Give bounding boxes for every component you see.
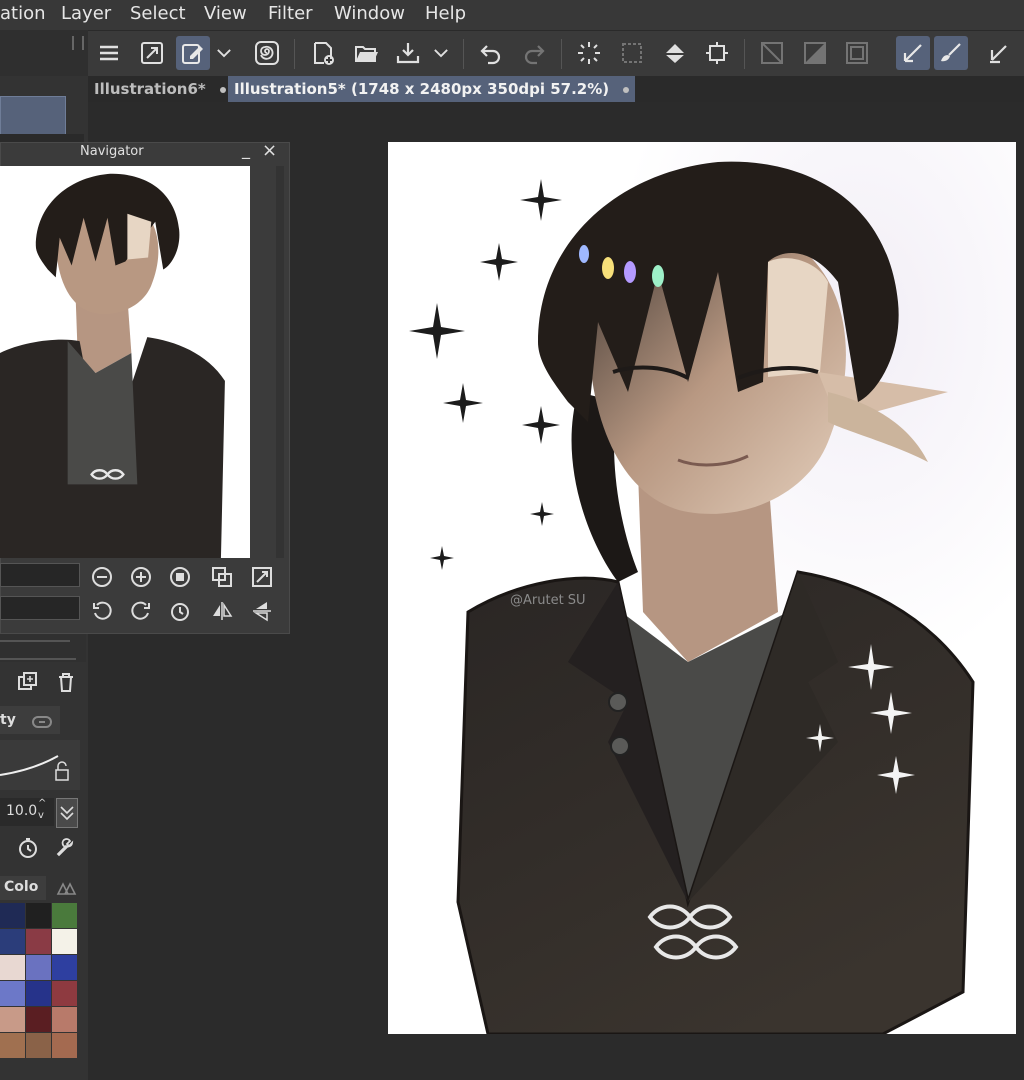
tab-label: Illustration6* [94, 80, 206, 98]
navigator-title: Navigator [80, 144, 144, 159]
tab-illustration5[interactable]: Illustration5* (1748 x 2480px 350dpi 57.… [228, 76, 636, 102]
trash-icon[interactable] [52, 668, 80, 696]
drawing-canvas[interactable]: @Arutet SU [388, 142, 1016, 1036]
link-icon[interactable] [28, 708, 56, 736]
pen-icon[interactable] [896, 36, 930, 70]
color-swatch[interactable] [0, 1007, 25, 1032]
menu-help[interactable]: Help [425, 3, 466, 25]
gradient-icon[interactable] [798, 36, 832, 70]
menu-filter[interactable]: Filter [268, 3, 313, 25]
frame-icon[interactable] [840, 36, 874, 70]
color-swatch[interactable] [0, 981, 25, 1006]
preview-artwork [0, 166, 250, 558]
pencil-icon[interactable] [982, 36, 1016, 70]
rotate-left-icon[interactable] [88, 597, 116, 625]
color-swatch[interactable] [0, 955, 25, 980]
spiral-icon[interactable] [250, 36, 284, 70]
color-swatch[interactable] [26, 955, 51, 980]
expand-icon[interactable] [135, 36, 169, 70]
color-swatch[interactable] [0, 1033, 25, 1058]
tab-dot-icon [219, 86, 226, 93]
tab-dot-icon [623, 86, 630, 93]
menu-view[interactable]: View [204, 3, 247, 25]
color-swatch[interactable] [52, 981, 77, 1006]
close-icon[interactable]: × [262, 140, 277, 161]
menu-select[interactable]: Select [130, 3, 186, 25]
edit-layer-icon[interactable] [176, 36, 210, 70]
color-swatch[interactable] [26, 1007, 51, 1032]
ruler-icon[interactable] [755, 36, 789, 70]
zoom-slider[interactable] [0, 563, 80, 587]
reset-rotation-icon[interactable] [166, 597, 194, 625]
chevron-down-icon[interactable] [214, 36, 234, 70]
selected-layer-thumb[interactable] [0, 96, 66, 136]
navigator-scrollbar[interactable] [276, 166, 284, 558]
grip-icon[interactable] [72, 36, 84, 50]
layer-row-divider [0, 658, 76, 660]
menu-icon[interactable] [92, 36, 126, 70]
minimize-icon[interactable]: _ [242, 140, 250, 159]
fullscreen-icon[interactable] [248, 563, 276, 591]
loading-icon[interactable] [572, 36, 606, 70]
rotate-right-icon[interactable] [127, 597, 155, 625]
brush-icon[interactable] [934, 36, 968, 70]
color-swatch[interactable] [52, 1033, 77, 1058]
chevron-down-icon[interactable] [431, 36, 451, 70]
stepper-icon[interactable]: ^ v [38, 798, 50, 826]
color-set-icon[interactable] [52, 874, 80, 902]
menu-animation[interactable]: ation [0, 3, 46, 25]
fill-icon[interactable] [658, 36, 692, 70]
color-swatch[interactable] [52, 1007, 77, 1032]
navigator-preview[interactable] [0, 166, 250, 558]
tab-color[interactable]: Colo [0, 876, 46, 900]
save-icon[interactable] [391, 36, 425, 70]
undo-icon[interactable] [474, 36, 508, 70]
color-swatch[interactable] [0, 929, 25, 954]
layer-row-divider [0, 640, 70, 642]
brush-size-dropdown[interactable] [56, 798, 78, 828]
transform-icon[interactable] [615, 36, 649, 70]
color-swatch[interactable] [52, 903, 77, 928]
color-swatch[interactable] [26, 929, 51, 954]
color-swatch[interactable] [26, 903, 51, 928]
tab-illustration6[interactable]: Illustration6* [88, 76, 232, 102]
tab-color-label: Colo [4, 879, 39, 895]
fit-icon[interactable] [166, 563, 194, 591]
color-swatch[interactable] [0, 903, 25, 928]
color-swatch[interactable] [26, 981, 51, 1006]
command-toolbar [88, 30, 1024, 77]
open-folder-icon[interactable] [349, 36, 383, 70]
crop-icon[interactable] [700, 36, 734, 70]
new-file-icon[interactable] [306, 36, 340, 70]
redo-icon[interactable] [517, 36, 551, 70]
color-swatch[interactable] [52, 955, 77, 980]
watermark-text: @Arutet SU [510, 593, 586, 608]
flip-vertical-icon[interactable] [248, 597, 276, 625]
flip-horizontal-icon[interactable] [208, 597, 236, 625]
duplicate-layer-icon[interactable] [14, 668, 42, 696]
tab-property-label: ty [0, 712, 16, 728]
tab-bar: Illustration6* Illustration5* (1748 x 24… [88, 76, 1024, 102]
color-swatch[interactable] [26, 1033, 51, 1058]
zoom-in-icon[interactable] [127, 563, 155, 591]
menu-window[interactable]: Window [334, 3, 405, 25]
artwork: @Arutet SU [388, 142, 1016, 1036]
actual-size-icon[interactable] [208, 563, 236, 591]
color-swatch[interactable] [52, 929, 77, 954]
rotation-slider[interactable] [0, 596, 80, 620]
menu-bar: ation Layer Select View Filter Window He… [0, 0, 1024, 30]
tab-label: Illustration5* (1748 x 2480px 350dpi 57.… [234, 80, 610, 98]
zoom-out-icon[interactable] [88, 563, 116, 591]
brush-size-value: 10.0 [6, 803, 38, 819]
stabilizer-icon[interactable] [14, 834, 42, 862]
menu-layer[interactable]: Layer [61, 3, 111, 25]
wrench-icon[interactable] [52, 834, 80, 862]
brush-stroke-preview[interactable] [0, 740, 80, 790]
